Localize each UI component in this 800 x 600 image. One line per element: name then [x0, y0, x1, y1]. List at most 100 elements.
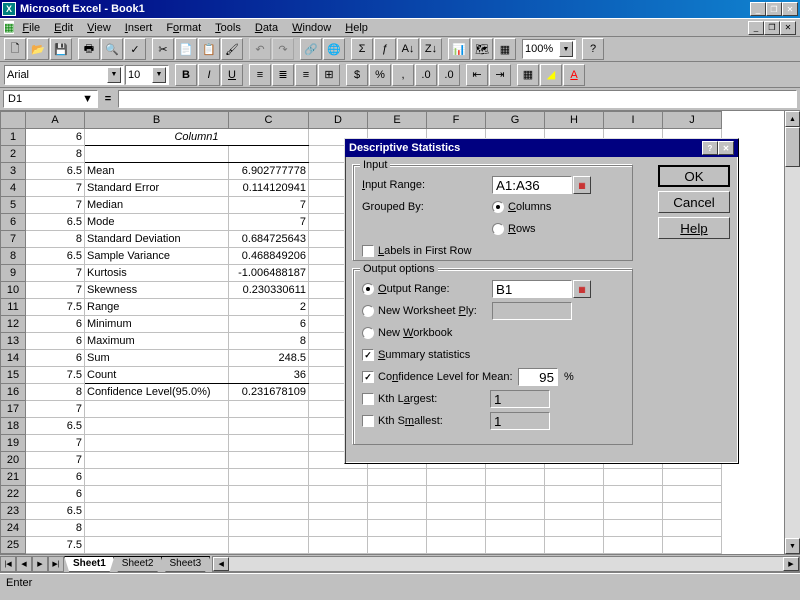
row-header[interactable]: 21 — [1, 469, 26, 486]
row-header[interactable]: 25 — [1, 537, 26, 554]
cell[interactable]: 6.5 — [26, 503, 85, 520]
ok-button[interactable]: OK — [658, 165, 730, 187]
align-right-button[interactable]: ≡ — [295, 64, 317, 86]
fontsize-combo[interactable]: 10▼ — [125, 65, 169, 85]
spellcheck-button[interactable]: ✓ — [124, 38, 146, 60]
chevron-down-icon[interactable]: ▼ — [152, 67, 166, 83]
undo-button[interactable]: ↶ — [249, 38, 271, 60]
row-header[interactable]: 3 — [1, 163, 26, 180]
output-range-radio[interactable] — [362, 283, 374, 295]
col-header-A[interactable]: A — [26, 112, 85, 129]
merge-button[interactable]: ⊞ — [318, 64, 340, 86]
cell[interactable]: 6 — [26, 129, 85, 146]
cell[interactable]: 7 — [26, 180, 85, 197]
cell[interactable]: 6 — [26, 333, 85, 350]
new-button[interactable]: 🗋 — [4, 38, 26, 60]
cell[interactable]: Minimum — [85, 316, 229, 333]
dialog-help-button[interactable]: ? — [702, 141, 718, 155]
cell[interactable]: Mean — [85, 163, 229, 180]
col-header-E[interactable]: E — [368, 112, 427, 129]
cell[interactable]: 7 — [229, 197, 309, 214]
copy-button[interactable]: 📄 — [175, 38, 197, 60]
labels-first-row-checkbox[interactable] — [362, 245, 374, 257]
cell[interactable]: 7.5 — [26, 299, 85, 316]
pivot-button[interactable]: ▦ — [494, 38, 516, 60]
input-range-field[interactable] — [492, 176, 572, 194]
dialog-titlebar[interactable]: Descriptive Statistics ? ✕ — [345, 139, 738, 157]
cell[interactable]: Count — [85, 367, 229, 384]
kth-largest-checkbox[interactable] — [362, 393, 374, 405]
formula-bar[interactable] — [118, 90, 797, 108]
bold-button[interactable]: B — [175, 64, 197, 86]
menu-edit[interactable]: Edit — [48, 21, 79, 35]
cell[interactable]: Column1 — [85, 129, 309, 146]
kth-largest-field[interactable] — [490, 390, 550, 408]
row-header[interactable]: 24 — [1, 520, 26, 537]
tab-nav-first[interactable]: |◀ — [0, 556, 16, 572]
cut-button[interactable]: ✂ — [152, 38, 174, 60]
cell[interactable]: 6 — [26, 469, 85, 486]
cell[interactable]: 7 — [26, 452, 85, 469]
cell[interactable]: Kurtosis — [85, 265, 229, 282]
print-preview-button[interactable]: 🔍 — [101, 38, 123, 60]
chevron-down-icon[interactable]: ▼ — [559, 41, 573, 57]
row-header[interactable]: 17 — [1, 401, 26, 418]
cell[interactable]: 6.5 — [26, 418, 85, 435]
cell[interactable]: 6 — [26, 486, 85, 503]
align-center-button[interactable]: ≣ — [272, 64, 294, 86]
row-header[interactable]: 9 — [1, 265, 26, 282]
format-painter-button[interactable]: 🖌 — [221, 38, 243, 60]
chevron-down-icon[interactable]: ▼ — [82, 93, 93, 105]
cell[interactable]: 0.230330611 — [229, 282, 309, 299]
cell[interactable]: 7 — [26, 435, 85, 452]
row-header[interactable]: 2 — [1, 146, 26, 163]
menu-window[interactable]: Window — [286, 21, 337, 35]
cell[interactable]: -1.006488187 — [229, 265, 309, 282]
borders-button[interactable]: ▦ — [517, 64, 539, 86]
new-workbook-radio[interactable] — [362, 327, 374, 339]
scroll-right-button[interactable]: ▶ — [783, 557, 799, 571]
doc-close-button[interactable]: ✕ — [780, 21, 796, 35]
cell[interactable]: 2 — [229, 299, 309, 316]
row-header[interactable]: 6 — [1, 214, 26, 231]
doc-minimize-button[interactable]: _ — [748, 21, 764, 35]
cancel-button[interactable]: Cancel — [658, 191, 730, 213]
sort-asc-button[interactable]: A↓ — [397, 38, 419, 60]
percent-button[interactable]: % — [369, 64, 391, 86]
map-button[interactable]: 🗺 — [471, 38, 493, 60]
row-header[interactable]: 20 — [1, 452, 26, 469]
dialog-close-button[interactable]: ✕ — [718, 141, 734, 155]
vertical-scrollbar[interactable]: ▲ ▼ — [784, 111, 800, 554]
scroll-left-button[interactable]: ◀ — [213, 557, 229, 571]
row-header[interactable]: 4 — [1, 180, 26, 197]
cell[interactable]: 8 — [26, 520, 85, 537]
fill-color-button[interactable]: ◢ — [540, 64, 562, 86]
name-box[interactable]: D1 ▼ — [3, 90, 98, 108]
cell[interactable] — [85, 146, 229, 163]
cell[interactable]: Standard Error — [85, 180, 229, 197]
col-header-B[interactable]: B — [85, 112, 229, 129]
cell[interactable]: 6 — [26, 350, 85, 367]
decrease-decimal-button[interactable]: .0 — [438, 64, 460, 86]
col-header-C[interactable]: C — [229, 112, 309, 129]
sheet-tab-1[interactable]: Sheet1 — [64, 556, 115, 572]
row-header[interactable]: 16 — [1, 384, 26, 401]
tab-nav-last[interactable]: ▶| — [48, 556, 64, 572]
cell[interactable]: 7 — [26, 197, 85, 214]
range-selector-icon[interactable]: ▦ — [573, 176, 591, 194]
col-header-F[interactable]: F — [427, 112, 486, 129]
col-header-I[interactable]: I — [604, 112, 663, 129]
font-combo[interactable]: Arial▼ — [4, 65, 124, 85]
zoom-combo[interactable]: 100%▼ — [522, 39, 576, 59]
row-header[interactable]: 5 — [1, 197, 26, 214]
menu-insert[interactable]: Insert — [119, 21, 159, 35]
col-header-H[interactable]: H — [545, 112, 604, 129]
kth-smallest-checkbox[interactable] — [362, 415, 374, 427]
increase-decimal-button[interactable]: .0 — [415, 64, 437, 86]
cell[interactable]: 6 — [229, 316, 309, 333]
cell[interactable]: Skewness — [85, 282, 229, 299]
autosum-button[interactable]: Σ — [351, 38, 373, 60]
row-header[interactable]: 18 — [1, 418, 26, 435]
cell[interactable]: Confidence Level(95.0%) — [85, 384, 229, 401]
col-header-J[interactable]: J — [663, 112, 722, 129]
